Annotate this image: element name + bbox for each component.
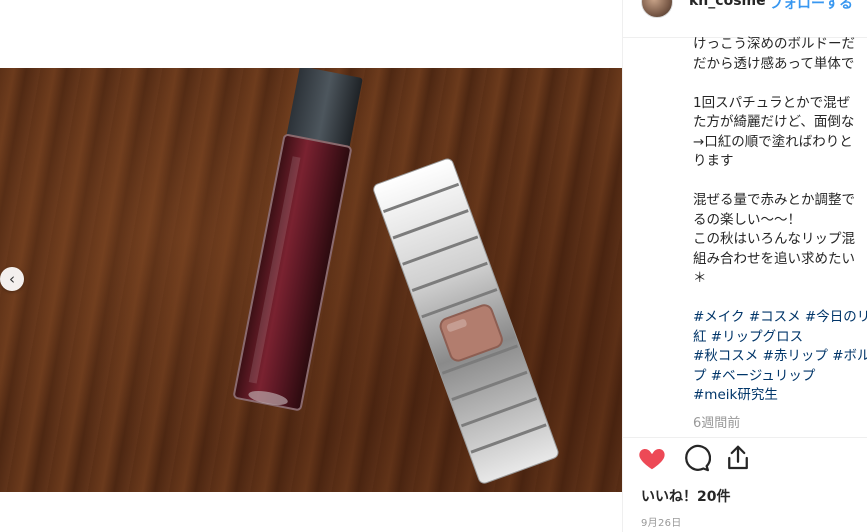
share-button[interactable]: [723, 443, 753, 473]
chevron-left-icon: ‹: [9, 270, 15, 288]
heart-icon: [639, 449, 665, 470]
carousel-prev-button[interactable]: ‹: [0, 267, 24, 291]
caption-line: た方が綺麗だけど、面倒な: [693, 114, 855, 130]
likes-count[interactable]: いいね！20件: [641, 486, 730, 506]
post-header: kn_cosme • フォローする: [623, 0, 867, 38]
caption-line: 1回スパチュラとかで混ぜ: [693, 94, 851, 111]
caption-hashtags: #meik研究生: [693, 387, 778, 403]
post-actions: [623, 437, 867, 477]
post-date: 9月26日: [641, 518, 682, 529]
caption-line: ります: [693, 153, 734, 169]
caption-line: ＊: [693, 270, 707, 286]
caption-line: るの楽しい〜〜！: [693, 211, 801, 228]
lip-gloss-tube: [233, 68, 363, 411]
comment-button[interactable]: [681, 443, 712, 473]
caption-line: →口紅の順で塗ればわりと: [693, 133, 853, 150]
post-time-ago[interactable]: 6週間前: [693, 412, 740, 431]
like-button[interactable]: [637, 443, 667, 473]
header-separator: •: [758, 0, 767, 9]
avatar[interactable]: [641, 0, 673, 18]
post-media: ‹: [0, 0, 622, 532]
comment-icon: [685, 444, 712, 472]
caption-gap: [693, 289, 867, 309]
caption-line: 紅 #リップグロス: [693, 328, 804, 345]
post-caption: けっこう深めのボルドーだ だから透け感あって単体で 1回スパチュラとかで混ぜ た方が綺…: [693, 35, 867, 435]
caption-line: だから透け感あって単体で: [693, 55, 855, 72]
caption-line: プ #ベージュリップ: [693, 367, 816, 384]
caption-gap: [693, 74, 867, 94]
share-icon: [728, 445, 748, 470]
caption-line: けっこう深めのボルドーだ: [693, 36, 855, 52]
lip-products-illustration: [233, 68, 559, 484]
caption-line: 組み合わせを追い求めたい: [693, 250, 855, 267]
caption-line: この秋はいろんなリップ混: [693, 231, 855, 247]
username-link[interactable]: kn_cosme: [689, 0, 766, 9]
post-photo: [0, 68, 622, 492]
caption-gap: [693, 172, 867, 192]
caption-hashtags: #秋コスメ #赤リップ #ボル: [693, 348, 867, 364]
follow-button[interactable]: フォローする: [769, 0, 853, 13]
lipstick: [373, 158, 559, 484]
post-sidebar: kn_cosme • フォローする けっこう深めのボルドーだ だから透け感あって単…: [622, 0, 867, 532]
caption-hashtags: #メイク #コスメ #今日のリ: [693, 309, 867, 325]
caption-line: 混ぜる量で赤みとか調整で: [693, 192, 855, 208]
